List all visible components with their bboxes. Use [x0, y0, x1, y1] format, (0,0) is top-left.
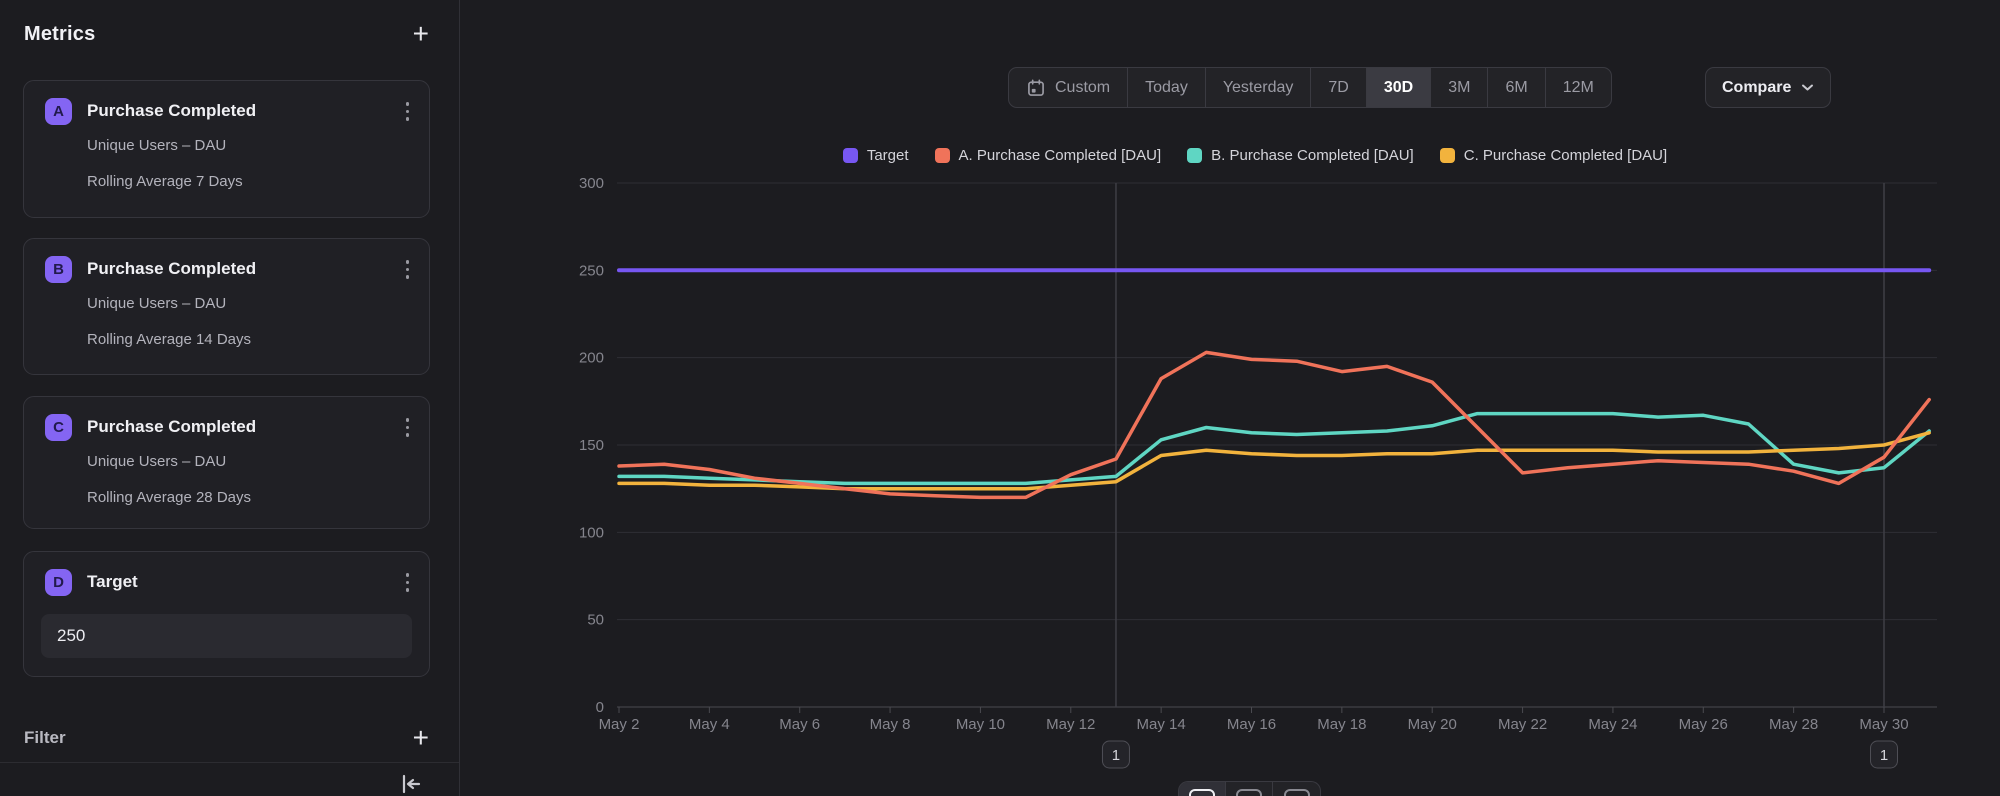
legend-label: C. Purchase Completed [DAU] [1464, 147, 1667, 164]
chart-size-option-2[interactable] [1226, 782, 1273, 796]
metric-subtitle: Unique Users – DAU [87, 295, 226, 312]
metric-badge-a: A [45, 98, 72, 125]
chart-panel: Custom Today Yesterday 7D 30D 3M 6M 12M … [460, 0, 2000, 796]
card-medium-icon [1236, 789, 1262, 796]
legend-label: Target [867, 147, 909, 164]
metric-badge-b: B [45, 256, 72, 283]
filter-label: Filter [24, 728, 66, 748]
sidebar-title: Metrics [24, 23, 95, 46]
legend-swatch [843, 148, 858, 163]
legend-item-1[interactable]: A. Purchase Completed [DAU] [935, 147, 1162, 164]
legend-label: A. Purchase Completed [DAU] [959, 147, 1162, 164]
legend-item-3[interactable]: C. Purchase Completed [DAU] [1440, 147, 1667, 164]
target-title: Target [87, 572, 400, 592]
metric-card-c[interactable]: C Purchase Completed Unique Users – DAU … [23, 396, 430, 529]
legend-swatch [1440, 148, 1455, 163]
legend-swatch [1187, 148, 1202, 163]
card-large-icon [1284, 789, 1310, 796]
metric-badge-d: D [45, 569, 72, 596]
chart-size-option-3[interactable] [1273, 782, 1320, 796]
metric-card-a[interactable]: A Purchase Completed Unique Users – DAU … [23, 80, 430, 218]
range-tab-7d[interactable]: 7D [1311, 68, 1366, 107]
range-tab-yesterday[interactable]: Yesterday [1206, 68, 1312, 107]
legend-item-2[interactable]: B. Purchase Completed [DAU] [1187, 147, 1414, 164]
metric-subtitle: Unique Users – DAU [87, 137, 226, 154]
card-small-icon [1189, 789, 1215, 796]
range-tab-3m[interactable]: 3M [1431, 68, 1488, 107]
sidebar-header: Metrics + [24, 22, 435, 46]
legend-label: B. Purchase Completed [DAU] [1211, 147, 1414, 164]
calendar-icon [1026, 78, 1046, 98]
metrics-sidebar: Metrics + A Purchase Completed Unique Us… [0, 0, 460, 796]
metric-title: Purchase Completed [87, 259, 400, 279]
collapse-sidebar-icon[interactable] [398, 772, 424, 796]
chart-size-option-1[interactable] [1179, 782, 1226, 796]
metric-rolling-avg: Rolling Average 28 Days [87, 489, 251, 506]
range-tab-12m[interactable]: 12M [1546, 68, 1611, 107]
kebab-menu-icon[interactable] [400, 254, 416, 285]
metric-card-b[interactable]: B Purchase Completed Unique Users – DAU … [23, 238, 430, 375]
metric-subtitle: Unique Users – DAU [87, 453, 226, 470]
target-card[interactable]: D Target [23, 551, 430, 677]
metric-rolling-avg: Rolling Average 7 Days [87, 173, 243, 190]
target-value-input[interactable] [41, 614, 412, 658]
range-tab-6m[interactable]: 6M [1488, 68, 1545, 107]
add-filter-button[interactable]: + [407, 726, 435, 750]
legend-item-0[interactable]: Target [843, 147, 909, 164]
chart-size-toggle [1178, 781, 1321, 796]
range-tab-30d[interactable]: 30D [1367, 68, 1431, 107]
kebab-menu-icon[interactable] [400, 412, 416, 443]
chart-legend: Target A. Purchase Completed [DAU] B. Purc… [560, 147, 1950, 164]
compare-dropdown[interactable]: Compare [1705, 67, 1831, 108]
kebab-menu-icon[interactable] [400, 96, 416, 127]
metric-badge-c: C [45, 414, 72, 441]
metric-title: Purchase Completed [87, 417, 400, 437]
date-range-tabs: Custom Today Yesterday 7D 30D 3M 6M 12M [1008, 67, 1612, 108]
add-metric-button[interactable]: + [407, 22, 435, 46]
metric-title: Purchase Completed [87, 101, 400, 121]
filter-section: Filter + [24, 726, 435, 750]
range-tab-custom[interactable]: Custom [1009, 68, 1128, 107]
chevron-down-icon [1801, 83, 1814, 92]
kebab-menu-icon[interactable] [400, 567, 416, 598]
metric-rolling-avg: Rolling Average 14 Days [87, 331, 251, 348]
legend-swatch [935, 148, 950, 163]
range-tab-today[interactable]: Today [1128, 68, 1206, 107]
sidebar-divider [0, 762, 459, 763]
